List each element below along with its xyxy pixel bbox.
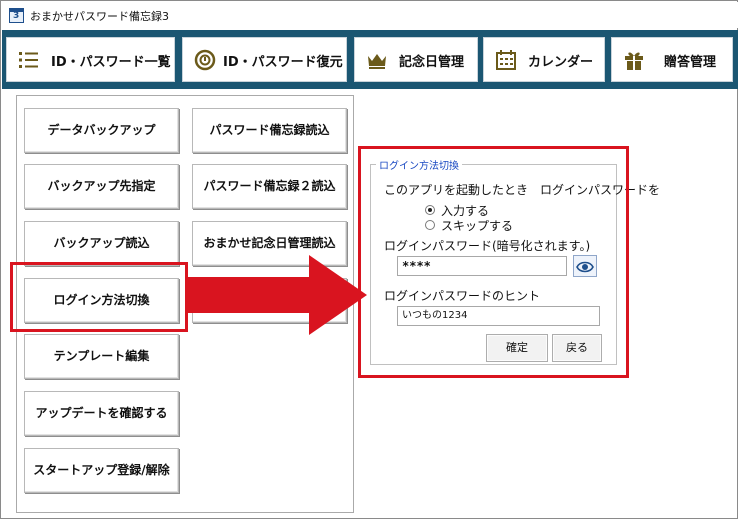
nav-id-password-restore[interactable]: ID・パスワード復元 [182,37,347,82]
nav-label: 記念日管理 [399,55,465,70]
restore-icon [193,49,217,71]
highlight-box-button [10,262,188,332]
data-backup-button[interactable]: データバックアップ [24,108,179,153]
check-update-button[interactable]: アップデートを確認する [24,391,179,436]
password-memo2-load-button[interactable]: パスワード備忘録２読込 [192,164,347,209]
app-icon-number: 3 [13,11,20,21]
nav-calendar[interactable]: カレンダー [483,37,605,82]
backup-load-button[interactable]: バックアップ読込 [24,221,179,266]
backup-destination-button[interactable]: バックアップ先指定 [24,164,179,209]
app-icon: 3 [9,8,24,23]
app-window: 3 おまかせパスワード備忘録3 ID・パスワード一覧 ID・パスワード復元 記念… [0,0,738,519]
main-nav: ID・パスワード一覧 ID・パスワード復元 記念日管理 カレンダー 贈答管理 [2,30,738,89]
title-bar: 3 おまかせパスワード備忘録3 [2,2,738,28]
nav-label: ID・パスワード一覧 [51,55,171,70]
red-arrow [187,255,367,335]
crown-icon [365,49,389,71]
startup-register-button[interactable]: スタートアップ登録/解除 [24,448,179,493]
highlight-box-panel [358,146,629,378]
nav-gift[interactable]: 贈答管理 [611,37,733,82]
password-memo-load-button[interactable]: パスワード備忘録読込 [192,108,347,153]
nav-anniversary[interactable]: 記念日管理 [354,37,478,82]
window-title: おまかせパスワード備忘録3 [30,10,169,23]
nav-label: ID・パスワード復元 [223,55,343,70]
template-edit-button[interactable]: テンプレート編集 [24,334,179,379]
nav-label: カレンダー [528,55,594,70]
calendar-icon [494,49,518,71]
gift-icon [622,49,646,71]
nav-id-password-list[interactable]: ID・パスワード一覧 [6,37,175,82]
list-icon [17,49,41,71]
nav-label: 贈答管理 [664,55,717,70]
